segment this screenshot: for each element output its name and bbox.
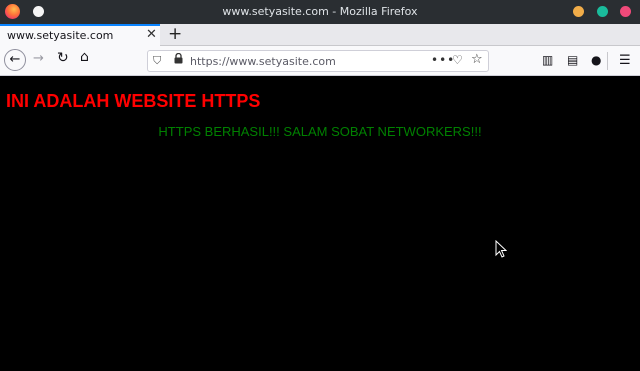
hamburger-menu-icon[interactable]: ☰ <box>619 53 631 68</box>
reload-icon[interactable]: ↻ <box>57 50 69 66</box>
lock-icon[interactable] <box>174 52 183 67</box>
tab-strip: www.setyasite.com ✕ + <box>0 24 640 46</box>
toolbar-divider <box>607 52 608 70</box>
forward-arrow-icon[interactable]: → <box>33 51 44 66</box>
bookmark-star-icon[interactable]: ☆ <box>471 52 483 67</box>
account-icon[interactable]: ● <box>591 53 601 67</box>
tab-label: www.setyasite.com <box>7 29 114 42</box>
window-title: www.setyasite.com - Mozilla Firefox <box>222 5 418 18</box>
shield-icon[interactable]: ⛉ <box>153 54 161 68</box>
close-window-button[interactable] <box>620 6 631 17</box>
home-icon[interactable]: ⌂ <box>80 49 89 65</box>
back-arrow-icon[interactable]: ← <box>4 49 26 71</box>
window-titlebar: www.setyasite.com - Mozilla Firefox <box>0 0 640 24</box>
mouse-cursor-icon <box>495 240 507 258</box>
page-content: INI ADALAH WEBSITE HTTPS HTTPS BERHASIL!… <box>0 77 640 371</box>
tab-close-icon[interactable]: ✕ <box>146 27 157 42</box>
tab-setyasite[interactable]: www.setyasite.com ✕ <box>0 24 160 46</box>
new-tab-button[interactable]: + <box>168 24 182 44</box>
library-icon[interactable]: ▥ <box>542 53 553 67</box>
navigation-toolbar: ← → ↻ ⌂ ⛉ https://www.setyasite.com ••• … <box>0 46 640 76</box>
pocket-icon[interactable]: ♡ <box>452 53 463 67</box>
page-message: HTTPS BERHASIL!!! SALAM SOBAT NETWORKERS… <box>158 124 482 139</box>
url-text[interactable]: https://www.setyasite.com <box>190 55 336 68</box>
maximize-button[interactable] <box>597 6 608 17</box>
minimize-button[interactable] <box>573 6 584 17</box>
page-heading: INI ADALAH WEBSITE HTTPS <box>6 91 261 111</box>
url-bar[interactable]: ⛉ https://www.setyasite.com ••• ♡ ☆ <box>147 50 489 72</box>
sidebar-icon[interactable]: ▤ <box>567 53 578 67</box>
